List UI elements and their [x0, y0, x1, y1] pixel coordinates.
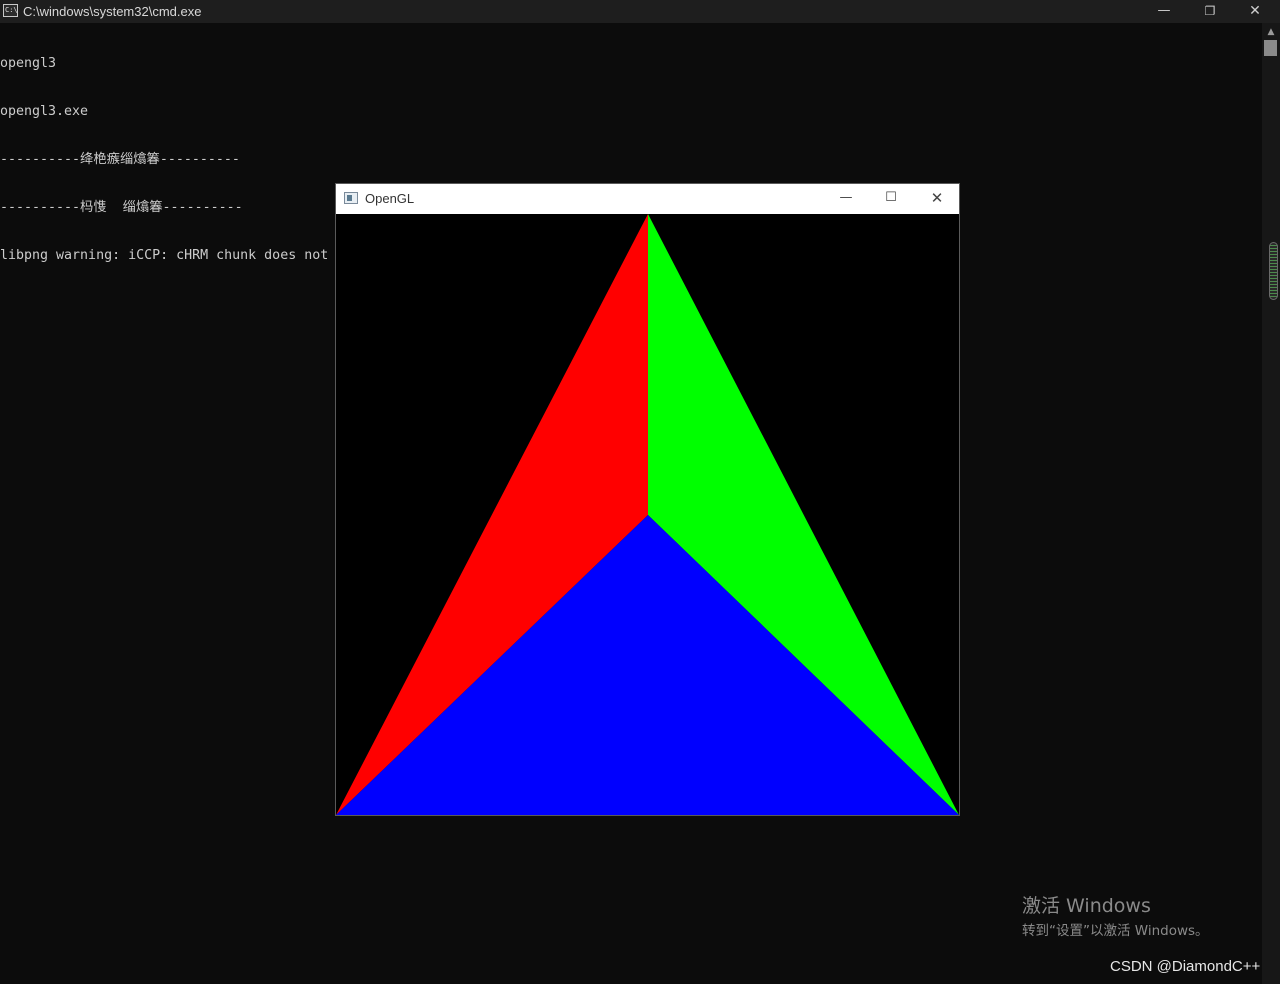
console-line: ----------绛栬瘯缁熻箺---------- — [0, 152, 240, 167]
cmd-close-button[interactable]: ✕ — [1232, 0, 1278, 23]
rendered-triangles — [336, 214, 959, 815]
csdn-watermark: CSDN @DiamondC++ — [1110, 958, 1261, 975]
opengl-titlebar[interactable]: OpenGL — ☐ ✕ — [336, 184, 959, 214]
console-line: opengl3.exe — [0, 104, 89, 119]
opengl-window-title: OpenGL — [365, 191, 415, 206]
console-line: opengl3 — [0, 56, 57, 71]
activate-windows-title: 激活 Windows — [1022, 895, 1151, 917]
cmd-minimize-button[interactable]: — — [1141, 0, 1187, 23]
activate-windows-subtitle: 转到“设置”以激活 Windows。 — [1022, 923, 1209, 939]
console-scrollbar[interactable]: ▲ — [1262, 23, 1280, 984]
cmd-window-title: C:\windows\system32\cmd.exe — [23, 4, 202, 19]
desktop: C:\ C:\windows\system32\cmd.exe — ❐ ✕ op… — [0, 0, 1280, 984]
opengl-minimize-button[interactable]: — — [823, 184, 869, 213]
side-handle[interactable] — [1269, 242, 1278, 300]
opengl-render-canvas[interactable] — [336, 214, 959, 815]
opengl-maximize-button[interactable]: ☐ — [868, 184, 914, 213]
cmd-app-icon[interactable]: C:\ — [3, 4, 18, 17]
opengl-close-button[interactable]: ✕ — [914, 184, 960, 213]
opengl-window: OpenGL — ☐ ✕ — [335, 183, 960, 816]
opengl-app-icon[interactable] — [344, 192, 358, 204]
cmd-restore-button[interactable]: ❐ — [1187, 0, 1233, 23]
cmd-titlebar[interactable]: C:\ C:\windows\system32\cmd.exe — ❐ ✕ — [0, 0, 1280, 23]
scroll-up-arrow-icon[interactable]: ▲ — [1262, 26, 1280, 38]
scroll-thumb[interactable] — [1264, 40, 1277, 56]
